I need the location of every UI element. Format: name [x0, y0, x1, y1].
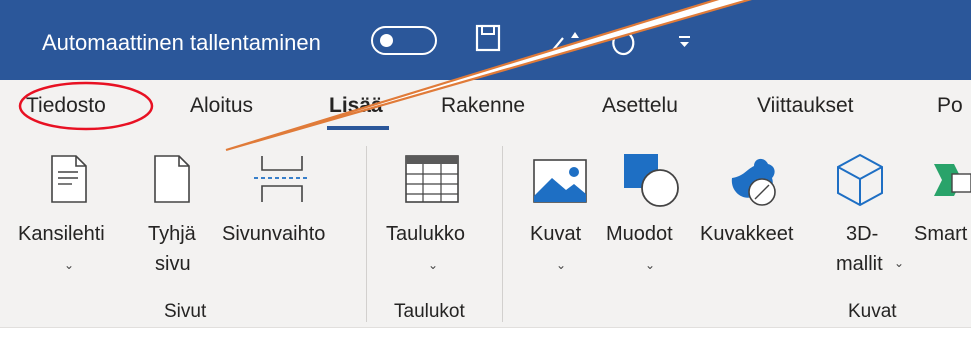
group-label-kuvat: Kuvat [848, 301, 897, 322]
smartart-button[interactable] [912, 146, 971, 286]
save-icon[interactable] [474, 22, 502, 58]
kuvakkeet-label: Kuvakkeet [700, 223, 794, 245]
chevron-down-icon: ⌄ [64, 258, 75, 272]
blank-page-icon [154, 155, 190, 203]
group-separator [502, 146, 503, 322]
kuvat-button-label: Kuvat [530, 223, 582, 245]
tab-asettelu[interactable]: Asettelu [602, 94, 678, 118]
customize-quick-access-icon[interactable] [677, 22, 693, 58]
title-bar: Automaattinen tallentaminen [0, 0, 971, 80]
tyhja-label-line2: sivu [155, 253, 191, 275]
icons-insert-icon [731, 158, 776, 206]
chevron-down-icon: ⌄ [428, 258, 439, 272]
page-break-icon [254, 156, 310, 202]
chevron-down-icon: ⌄ [894, 256, 905, 270]
pictures-icon [533, 159, 587, 203]
chevron-down-icon: ⌄ [556, 258, 567, 272]
cover-page-icon [51, 155, 87, 203]
3d-label-line1: 3D- [846, 223, 879, 245]
shapes-icon [624, 154, 679, 207]
3d-models-icon [837, 153, 883, 207]
kansilehti-label: Kansilehti [18, 223, 105, 245]
redo-icon[interactable] [608, 22, 638, 58]
tab-postitus-partial[interactable]: Po [937, 94, 963, 118]
tyhja-label-line1: Tyhjä [148, 223, 196, 245]
sivunvaihto-label: Sivunvaihto [222, 223, 326, 245]
toggle-knob [380, 34, 393, 47]
autosave-toggle[interactable] [371, 26, 437, 55]
muodot-label: Muodot [606, 223, 673, 245]
ribbon-tab-bar: Tiedosto Aloitus Lisää Rakenne Asettelu … [0, 80, 971, 132]
active-tab-indicator [327, 126, 389, 130]
3d-label-line2: mallit [836, 253, 883, 275]
sivunvaihto-button[interactable] [220, 146, 350, 286]
document-edge [0, 327, 971, 340]
tab-aloitus[interactable]: Aloitus [190, 94, 253, 118]
chevron-down-icon: ⌄ [645, 258, 656, 272]
undo-icon[interactable] [545, 22, 585, 58]
table-icon [405, 155, 459, 203]
smartart-label: Smart [914, 223, 968, 245]
autosave-label: Automaattinen tallentaminen [42, 30, 321, 55]
kuvakkeet-button[interactable] [700, 146, 800, 286]
group-label-taulukot: Taulukot [394, 301, 465, 322]
tab-tiedosto[interactable]: Tiedosto [26, 94, 106, 118]
smartart-icon [934, 164, 971, 196]
tab-lisaa[interactable]: Lisää [329, 94, 383, 118]
tab-viittaukset[interactable]: Viittaukset [757, 94, 854, 118]
tab-rakenne[interactable]: Rakenne [441, 94, 525, 118]
taulukko-label: Taulukko [386, 223, 465, 245]
group-separator [366, 146, 367, 322]
group-label-sivut: Sivut [164, 301, 207, 322]
